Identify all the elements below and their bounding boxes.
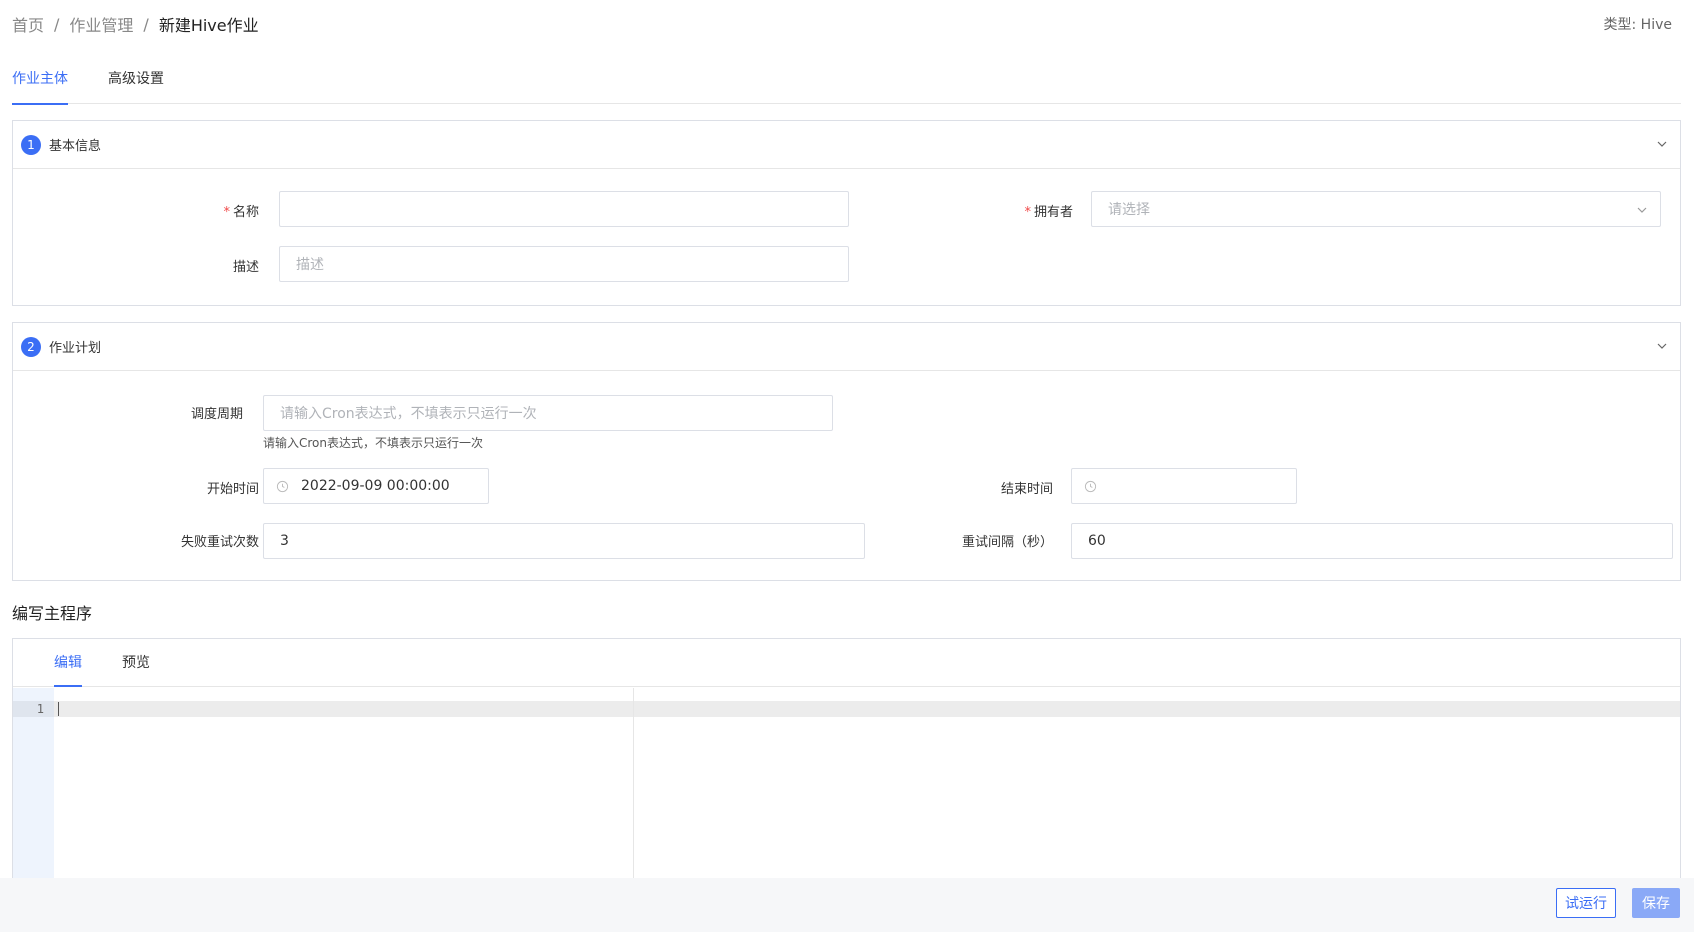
name-label: * 名称 bbox=[223, 205, 259, 220]
breadcrumb-separator: / bbox=[54, 14, 60, 34]
chevron-down-icon[interactable] bbox=[1656, 340, 1668, 352]
cron-hint: 请输入Cron表达式，不填表示只运行一次 bbox=[263, 436, 483, 450]
owner-select[interactable]: 请选择 bbox=[1091, 191, 1661, 227]
owner-label: * 拥有者 bbox=[1024, 205, 1073, 220]
tab-job-body[interactable]: 作业主体 bbox=[12, 68, 68, 105]
job-plan-panel: 2 作业计划 调度周期 请输入Cron表达式，不填表示只运行一次 请输入Cron… bbox=[12, 322, 1681, 581]
retry-count-label: 失败重试次数 bbox=[180, 535, 259, 550]
end-time-label: 结束时间 bbox=[1000, 482, 1053, 497]
breadcrumb-current: 新建Hive作业 bbox=[158, 16, 259, 35]
retry-interval-label: 重试间隔（秒） bbox=[961, 535, 1053, 550]
name-input[interactable] bbox=[279, 191, 849, 227]
start-time-label: 开始时间 bbox=[206, 482, 259, 497]
save-button[interactable]: 保存 bbox=[1632, 888, 1680, 918]
main-tabs: 作业主体 高级设置 bbox=[12, 68, 1681, 105]
end-time-picker[interactable] bbox=[1071, 468, 1297, 504]
code-editor-area[interactable] bbox=[54, 701, 1680, 717]
basic-info-panel: 1 基本信息 * 名称 * 拥有者 请选择 描述 描述 bbox=[12, 120, 1681, 306]
cron-input[interactable]: 请输入Cron表达式，不填表示只运行一次 bbox=[263, 395, 833, 431]
step-number-badge: 2 bbox=[21, 336, 41, 357]
desc-label: 描述 bbox=[232, 260, 259, 275]
code-editor-panel: 编辑 预览 1 bbox=[12, 638, 1681, 879]
job-type-label: 类型: Hive bbox=[1603, 17, 1672, 33]
chevron-down-icon bbox=[1637, 207, 1647, 213]
page: 首页 / 作业管理 / 新建Hive作业 类型: Hive 作业主体 高级设置 … bbox=[0, 0, 1694, 932]
breadcrumb-jobs[interactable]: 作业管理 bbox=[69, 12, 133, 36]
schedule-label: 调度周期 bbox=[190, 407, 243, 422]
breadcrumb-home[interactable]: 首页 bbox=[12, 12, 44, 36]
description-input[interactable]: 描述 bbox=[279, 246, 849, 282]
clock-icon bbox=[1084, 480, 1097, 492]
text-cursor bbox=[58, 702, 59, 716]
breadcrumb: 首页 / 作业管理 / 新建Hive作业 bbox=[12, 12, 259, 36]
line-number-gutter: 1 bbox=[13, 688, 54, 879]
tab-preview[interactable]: 预览 bbox=[122, 639, 150, 686]
tab-advanced-settings[interactable]: 高级设置 bbox=[108, 68, 164, 104]
footer-bar bbox=[0, 878, 1694, 932]
tab-edit[interactable]: 编辑 bbox=[54, 639, 82, 687]
clock-icon bbox=[276, 480, 289, 492]
breadcrumb-separator: / bbox=[143, 14, 149, 34]
editor-tabs: 编辑 预览 bbox=[13, 639, 1680, 687]
start-time-picker[interactable]: 2022-09-09 00:00:00 bbox=[263, 468, 489, 504]
retry-interval-input[interactable]: 60 bbox=[1071, 523, 1673, 559]
job-plan-header[interactable]: 2 作业计划 bbox=[13, 323, 1680, 371]
editor-split-divider[interactable] bbox=[633, 688, 634, 879]
step-number-badge: 1 bbox=[21, 134, 41, 155]
test-run-button[interactable]: 试运行 bbox=[1556, 888, 1616, 918]
program-section-title: 编写主程序 bbox=[12, 604, 93, 623]
job-plan-title: 作业计划 bbox=[49, 341, 102, 356]
basic-info-header[interactable]: 1 基本信息 bbox=[13, 121, 1680, 169]
line-number: 1 bbox=[13, 701, 54, 717]
retry-count-input[interactable]: 3 bbox=[263, 523, 865, 559]
chevron-down-icon[interactable] bbox=[1656, 138, 1668, 150]
basic-info-title: 基本信息 bbox=[49, 139, 102, 154]
